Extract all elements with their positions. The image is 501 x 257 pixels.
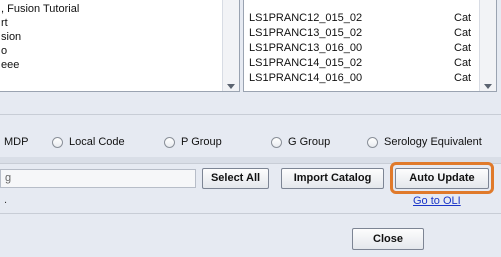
catalog-type: Cat (454, 41, 472, 54)
radio-circle-icon[interactable] (164, 136, 175, 148)
catalog-name: LS1PRANC13_015_02 (249, 26, 363, 39)
search-input-value: g (5, 172, 12, 184)
list-item[interactable]: sion (1, 31, 21, 44)
go-to-oli-link[interactable]: Go to OLI (413, 195, 461, 207)
catalog-type: Cat (454, 71, 472, 84)
radio-label: Serology Equivalent (384, 136, 482, 148)
radio-g-group[interactable]: G Group (271, 136, 330, 148)
catalog-row[interactable]: LS1PRANC13_016_00 Cat (249, 41, 474, 54)
list-item[interactable]: eee (1, 59, 19, 72)
button-label: Auto Update (409, 172, 475, 184)
select-all-button[interactable]: Select All (202, 168, 269, 189)
radio-local-code[interactable]: Local Code (52, 136, 125, 148)
catalog-row[interactable]: LS1PRANC12_015_02 Cat (249, 11, 474, 24)
button-label: Select All (210, 172, 261, 184)
catalog-list[interactable]: LS1PRANC12_015_02 Cat LS1PRANC13_015_02 … (243, 0, 497, 92)
status-text: . (4, 194, 8, 206)
radio-serology-equivalent[interactable]: Serology Equivalent (367, 136, 482, 148)
radio-p-group[interactable]: P Group (164, 136, 222, 148)
mdp-label: MDP (4, 136, 29, 148)
search-input[interactable]: g (0, 169, 196, 188)
scroll-down-icon[interactable] (227, 84, 235, 89)
button-label: Close (373, 233, 403, 245)
left-list[interactable]: , Fusion Tutorial rt sion o eee (0, 0, 240, 92)
scroll-down-icon[interactable] (484, 84, 492, 89)
catalog-row[interactable]: LS1PRANC14_016_00 Cat (249, 71, 474, 84)
close-button[interactable]: Close (352, 228, 424, 250)
list-item[interactable]: o (1, 45, 7, 58)
catalog-row[interactable]: LS1PRANC14_015_02 Cat (249, 56, 474, 69)
catalog-type: Cat (454, 56, 472, 69)
divider (0, 114, 501, 115)
catalog-name: LS1PRANC12_015_02 (249, 11, 363, 24)
button-label: Import Catalog (293, 172, 372, 184)
divider (0, 213, 501, 214)
radio-circle-icon[interactable] (271, 136, 282, 148)
radio-label: G Group (288, 136, 331, 148)
radio-label: P Group (181, 136, 222, 148)
list-item[interactable]: rt (1, 17, 8, 30)
catalog-name: LS1PRANC14_016_00 (249, 71, 363, 84)
auto-update-button[interactable]: Auto Update (395, 168, 489, 189)
catalog-name: LS1PRANC14_015_02 (249, 56, 363, 69)
catalog-name: LS1PRANC13_016_00 (249, 41, 363, 54)
radio-circle-icon[interactable] (367, 136, 378, 148)
import-catalog-button[interactable]: Import Catalog (281, 168, 384, 189)
left-list-scrollbar[interactable] (222, 0, 239, 91)
catalog-type: Cat (454, 11, 472, 24)
list-item[interactable]: , Fusion Tutorial (1, 3, 79, 16)
catalog-type: Cat (454, 26, 472, 39)
radio-circle-icon[interactable] (52, 136, 63, 148)
catalog-list-scrollbar[interactable] (479, 0, 496, 91)
radio-label: Local Code (69, 136, 125, 148)
catalog-row[interactable]: LS1PRANC13_015_02 Cat (249, 26, 474, 39)
